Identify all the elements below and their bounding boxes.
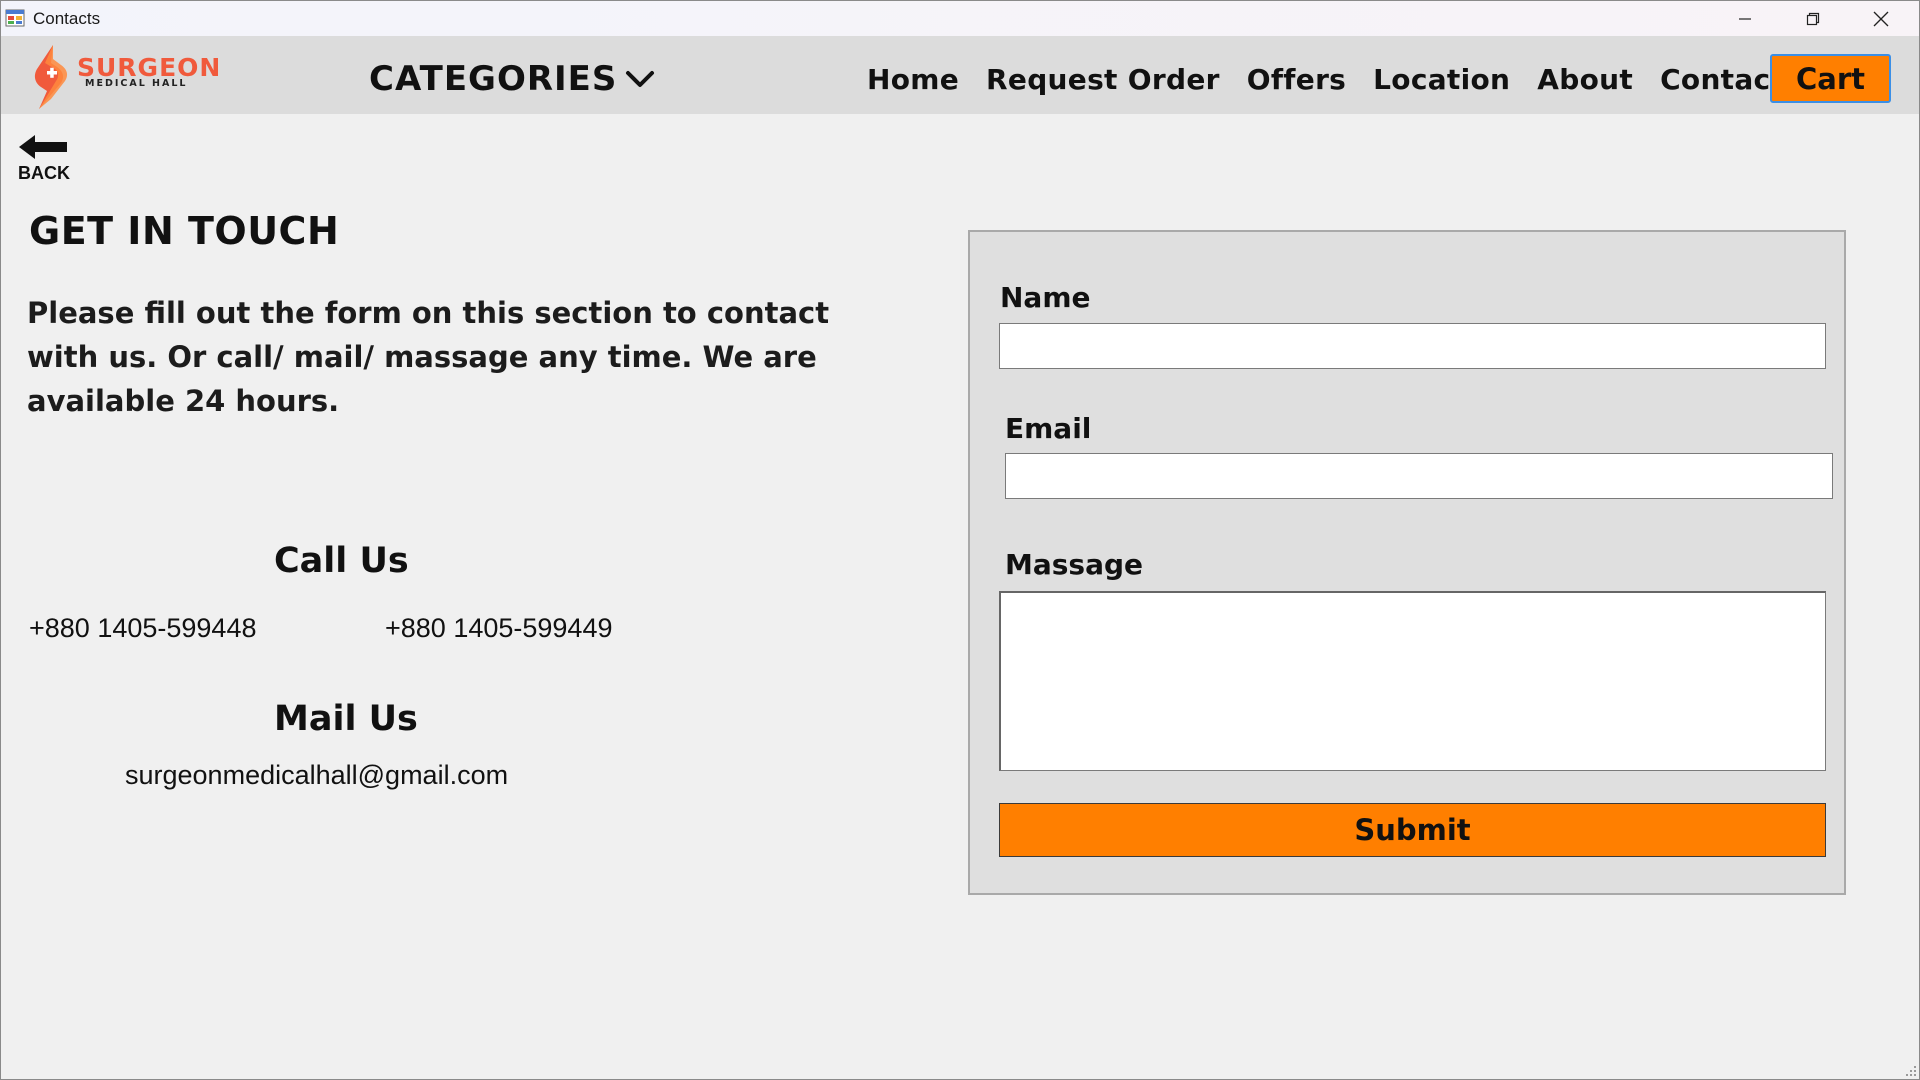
- back-label: BACK: [18, 163, 70, 183]
- categories-label: CATEGORIES: [369, 59, 618, 99]
- close-icon: [1873, 11, 1889, 26]
- message-textarea[interactable]: [999, 591, 1826, 771]
- logo-name: SURGEON: [77, 53, 222, 82]
- call-us-heading: Call Us: [274, 541, 409, 581]
- app-icon: [5, 9, 25, 27]
- minimize-button[interactable]: [1711, 1, 1779, 36]
- arrow-left-icon: [19, 135, 67, 159]
- phone-number-2: +880 1405-599449: [385, 613, 613, 643]
- restore-icon: [1806, 12, 1820, 25]
- email-label: Email: [1005, 412, 1092, 445]
- name-input[interactable]: [999, 323, 1826, 369]
- logo-tagline: MEDICAL HALL: [85, 78, 188, 89]
- mail-us-heading: Mail Us: [274, 699, 418, 739]
- nav-link-about[interactable]: About: [1537, 63, 1633, 96]
- name-label: Name: [1000, 281, 1091, 314]
- intro-text: Please fill out the form on this section…: [27, 296, 830, 418]
- cart-button[interactable]: Cart: [1770, 54, 1891, 103]
- contacts-window: Contacts SURGEON MEDICAL HALL CATEGORIES…: [0, 0, 1920, 1080]
- window-title: Contacts: [33, 9, 101, 28]
- email-input[interactable]: [1005, 453, 1833, 499]
- phone-number-1: +880 1405-599448: [29, 613, 257, 643]
- back-button[interactable]: BACK: [17, 133, 71, 183]
- email-address: surgeonmedicalhall@gmail.com: [125, 760, 509, 790]
- nav-link-request-order[interactable]: Request Order: [986, 63, 1220, 96]
- nav-link-offers[interactable]: Offers: [1247, 63, 1346, 96]
- close-button[interactable]: [1847, 1, 1915, 36]
- categories-dropdown[interactable]: CATEGORIES: [369, 57, 655, 101]
- title-bar: Contacts: [1, 1, 1919, 36]
- page-title: GET IN TOUCH: [29, 209, 340, 253]
- message-label: Massage: [1005, 548, 1144, 581]
- nav-link-location[interactable]: Location: [1373, 63, 1510, 96]
- nav-link-home[interactable]: Home: [867, 63, 959, 96]
- resize-grip-icon[interactable]: [1903, 1063, 1917, 1077]
- restore-button[interactable]: [1779, 1, 1847, 36]
- nav-links: Home Request Order Offers Location About…: [867, 57, 1828, 101]
- submit-button[interactable]: Submit: [999, 803, 1826, 857]
- chevron-down-icon: [626, 71, 655, 87]
- minimize-icon: [1739, 17, 1751, 20]
